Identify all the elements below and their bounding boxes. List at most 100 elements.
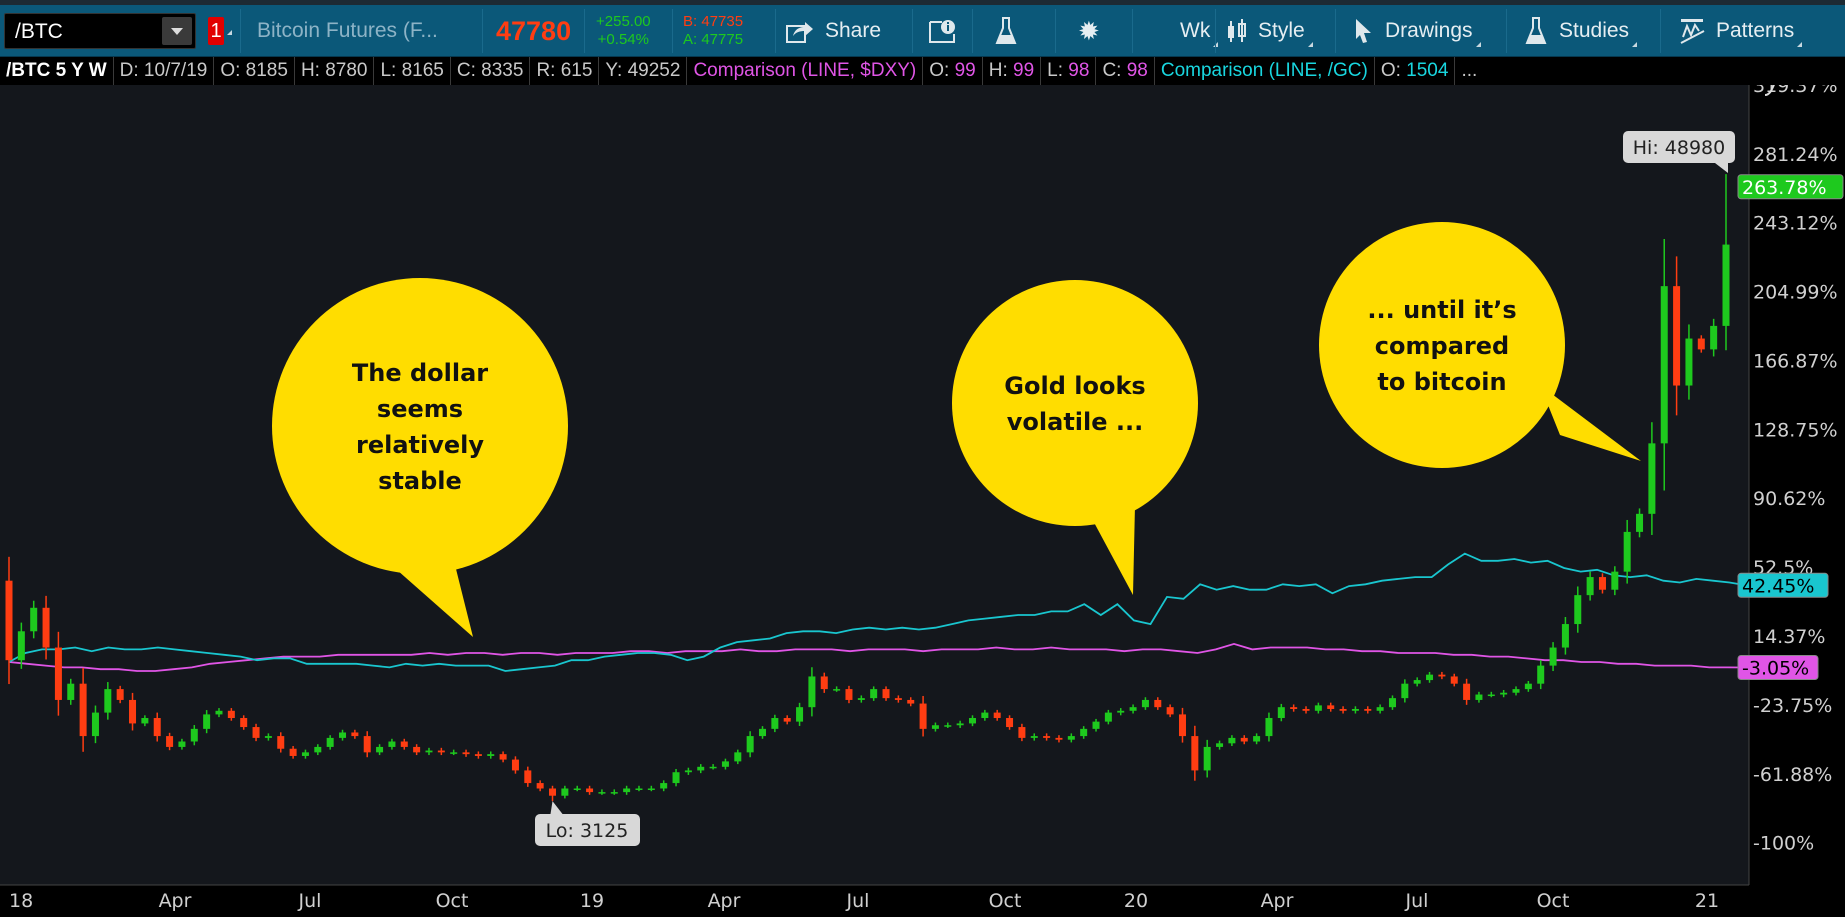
candle-body: [1006, 718, 1014, 728]
candle-body: [1722, 244, 1730, 326]
candle-body: [116, 689, 124, 700]
annotation-text: ... until it’s: [1367, 296, 1516, 324]
net-change: +255.00: [596, 13, 651, 30]
candle-body: [104, 689, 112, 713]
y-tick-label: 243.12%: [1753, 213, 1838, 235]
x-tick-label: Jul: [298, 890, 322, 912]
annotation-text: compared: [1375, 332, 1509, 360]
patterns-label: Patterns: [1716, 19, 1795, 42]
candle-body: [993, 712, 1001, 719]
symbol-dropdown-button[interactable]: [162, 17, 192, 45]
candle-body: [1178, 714, 1186, 737]
candle-body: [227, 710, 235, 719]
annotation-text: The dollar: [352, 359, 488, 387]
candle-body: [1265, 718, 1273, 737]
candle-body: [1438, 674, 1446, 677]
candle-body: [1598, 577, 1606, 590]
x-tick-label: 19: [580, 890, 604, 912]
candle-body: [907, 699, 915, 704]
candle-body: [474, 754, 482, 756]
candle-body: [1327, 705, 1335, 709]
drawings-button[interactable]: Drawings: [1353, 5, 1481, 57]
candle-body: [660, 783, 668, 789]
comparison-dxy-label[interactable]: Comparison (LINE, $DXY): [687, 57, 924, 85]
info-open: O: 8185: [214, 57, 295, 85]
candle-body: [487, 754, 495, 756]
lo-label: Lo: 3125: [546, 820, 629, 842]
candle-body: [857, 698, 865, 700]
studies-button[interactable]: Studies: [1525, 5, 1638, 57]
candle-body: [252, 727, 260, 738]
candle-body: [623, 788, 631, 793]
candle-body: [1129, 707, 1137, 711]
candle-body: [388, 741, 396, 747]
candle-body: [1426, 674, 1434, 681]
candle-body: [1117, 710, 1125, 713]
candle-body: [820, 676, 828, 690]
y-tick-label: 204.99%: [1753, 282, 1838, 304]
candle-body: [363, 736, 371, 753]
last-price: 47780: [496, 15, 572, 46]
candle-body: [1351, 708, 1359, 711]
ask-price: A: 47775: [683, 31, 744, 48]
info-date: D: 10/7/19: [114, 57, 215, 85]
candle-body: [845, 689, 853, 700]
share-icon: [786, 22, 813, 43]
candle-body: [697, 766, 705, 771]
y-tick-label: -23.75%: [1753, 695, 1832, 717]
candle-body: [1660, 286, 1668, 444]
dxy-low: L: 98: [1041, 57, 1097, 85]
candle-body: [524, 770, 532, 784]
candle-body: [610, 792, 618, 794]
x-tick-label: Apr: [708, 890, 741, 912]
style-button[interactable]: Style: [1226, 5, 1313, 57]
candle-body: [956, 723, 964, 726]
share-button[interactable]: Share: [785, 5, 881, 57]
dxy-open: O: 99: [923, 57, 983, 85]
candle-body: [771, 718, 779, 729]
candle-body: [1537, 665, 1545, 684]
quick-studies-button[interactable]: [995, 5, 1017, 57]
timeframe-button[interactable]: Wk: [1180, 5, 1219, 57]
candle-body: [1648, 443, 1656, 514]
candle-body: [240, 718, 248, 728]
candle-body: [1253, 736, 1261, 742]
candle-body: [54, 647, 62, 700]
symbol-input[interactable]: /BTC: [4, 13, 196, 49]
chart-settings-button[interactable]: ✹: [1078, 5, 1100, 57]
candle-body: [1092, 721, 1100, 729]
candle-body: [1339, 708, 1347, 711]
patterns-icon: [1680, 19, 1705, 44]
link-group-badge[interactable]: 1: [208, 17, 232, 45]
candle-body: [1376, 707, 1384, 711]
annotation-text: to bitcoin: [1377, 368, 1506, 396]
info-low: L: 8165: [374, 57, 451, 85]
candle-body: [1611, 571, 1619, 590]
chart-info-bar: /BTC 5 Y W D: 10/7/19 O: 8185 H: 8780 L:…: [0, 57, 1845, 85]
candle-body: [1216, 743, 1224, 747]
share-label: Share: [825, 19, 882, 42]
patterns-button[interactable]: Patterns: [1678, 5, 1803, 57]
candle-body: [808, 676, 816, 708]
candle-body: [400, 741, 408, 747]
candle-body: [277, 736, 285, 749]
cursor-arrow-icon: [1356, 19, 1371, 43]
candle-body: [721, 761, 729, 767]
flask-icon: [995, 17, 1017, 44]
candle-body: [1154, 699, 1162, 708]
y-tick-label: 128.75%: [1753, 419, 1838, 441]
info-high: H: 8780: [295, 57, 375, 85]
candle-body: [17, 631, 25, 661]
y-tick-label: -61.88%: [1753, 764, 1832, 786]
price-chart[interactable]: The dollar seems relatively stable Gold look…: [0, 85, 1845, 917]
candle-body: [42, 607, 50, 648]
y-tick-label: 166.87%: [1753, 350, 1838, 372]
y-tick-label: 14.37%: [1753, 626, 1825, 648]
annotation-bubble: [272, 278, 568, 574]
more-indicator[interactable]: ...: [1455, 57, 1483, 85]
product-info-button[interactable]: [928, 5, 956, 57]
candle-body: [796, 707, 804, 722]
candle-body: [462, 752, 470, 755]
x-tick-label: Jul: [1405, 890, 1429, 912]
comparison-gc-label[interactable]: Comparison (LINE, /GC): [1155, 57, 1375, 85]
